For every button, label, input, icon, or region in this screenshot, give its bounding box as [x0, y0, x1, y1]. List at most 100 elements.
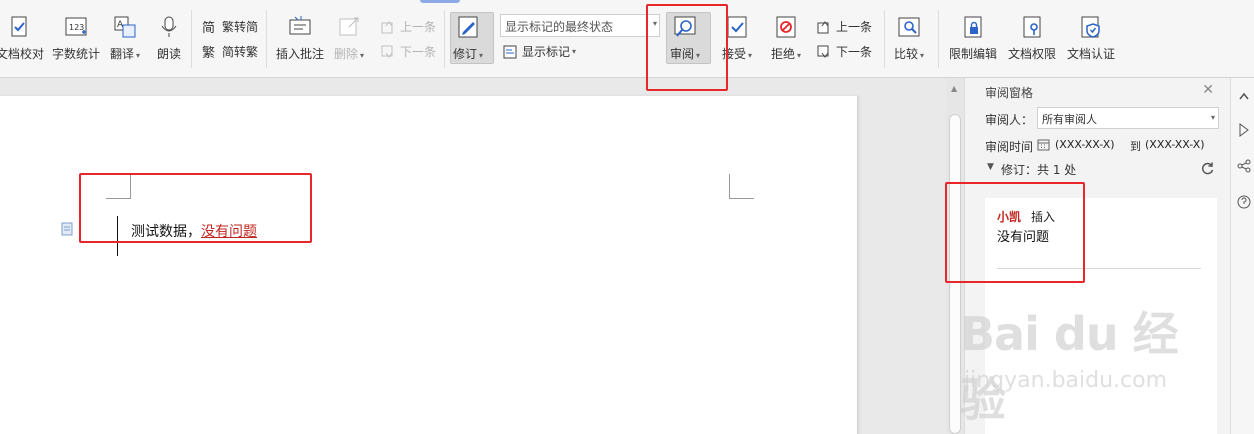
next-change-button[interactable]: 下一条: [816, 43, 872, 60]
track-changes-button[interactable]: 修订 ▾: [453, 14, 483, 62]
delete-dropdown-icon: ▾: [360, 51, 365, 60]
original-text: 测试数据，: [131, 224, 201, 240]
revision-content: 没有问题: [997, 230, 1050, 245]
review-time-label: 审阅时间: [985, 140, 1034, 154]
track-changes-icon: [458, 16, 478, 38]
next-comment-icon: [381, 45, 393, 58]
word-count-button[interactable]: 123 字数统计: [52, 14, 100, 62]
review-pane-button[interactable]: 审阅 ▾: [670, 14, 700, 62]
doc-permission-button[interactable]: 文档权限: [1008, 14, 1056, 62]
track-changes-label: 修订: [453, 47, 478, 61]
margin-corner-mark: [729, 174, 754, 199]
chevron-down-icon: ▾: [1210, 113, 1215, 122]
review-label: 审阅: [670, 47, 695, 61]
translate-dropdown-icon: ▾: [136, 51, 141, 60]
proofread-icon: [11, 16, 27, 37]
revision-author: 小凯: [997, 210, 1022, 224]
translate-label: 翻译: [110, 47, 135, 61]
doc-certify-button[interactable]: 文档认证: [1067, 14, 1115, 62]
ribbon-separator: [444, 10, 445, 68]
collapse-icon[interactable]: [1236, 88, 1252, 104]
prev-comment-button[interactable]: 上一条: [380, 18, 436, 35]
compare-dropdown-icon: ▾: [920, 51, 925, 60]
delete-label: 删除: [334, 47, 359, 61]
next-change-icon: [817, 45, 829, 58]
insert-comment-icon: [289, 16, 311, 35]
restrict-edit-button[interactable]: 限制编辑: [949, 14, 997, 62]
trad-to-simp-button[interactable]: 简 繁转简: [202, 18, 258, 35]
accept-label: 接受: [722, 47, 747, 61]
permission-icon: [1023, 16, 1041, 38]
chevron-down-icon[interactable]: ▼: [987, 162, 994, 172]
scrollbar-thumb[interactable]: [949, 114, 961, 434]
calendar-icon[interactable]: [1037, 138, 1050, 151]
review-pane-icon: [674, 16, 696, 37]
review-dropdown-icon: ▾: [696, 51, 701, 60]
reject-label: 拒绝: [771, 47, 796, 61]
svg-text:繁: 繁: [202, 45, 215, 60]
svg-text:123: 123: [69, 23, 84, 32]
shield-icon: [1081, 16, 1100, 38]
refresh-icon[interactable]: [1201, 161, 1215, 175]
simp-to-trad-button[interactable]: 繁 简转繁: [202, 43, 258, 60]
document-area: 测试数据，没有问题: [0, 78, 946, 434]
lock-document-icon: [964, 16, 982, 38]
accept-icon: [727, 16, 747, 38]
delete-comment-icon: [339, 17, 359, 36]
revision-bar: [117, 216, 118, 256]
show-markup-button[interactable]: 显示标记 ▾: [502, 43, 576, 60]
show-markup-dropdown-icon: ▾: [572, 47, 577, 56]
prev-comment-icon: [381, 20, 393, 33]
select-tool-icon[interactable]: [1236, 122, 1252, 138]
translate-button[interactable]: A 翻译 ▾: [110, 14, 140, 62]
prev-change-icon: [817, 20, 829, 33]
accept-dropdown-icon: ▾: [748, 51, 753, 60]
document-page[interactable]: 测试数据，没有问题: [0, 96, 858, 434]
microphone-icon: [161, 16, 177, 37]
prev-change-button[interactable]: 上一条: [816, 18, 872, 35]
trad-to-simp-icon: 简: [202, 20, 215, 35]
track-changes-dropdown-icon: ▾: [479, 51, 484, 60]
ribbon-separator: [191, 10, 192, 68]
reviewer-value: 所有审阅人: [1042, 113, 1097, 126]
reject-icon: [776, 16, 796, 38]
accept-button[interactable]: 接受 ▾: [722, 14, 752, 62]
next-comment-button[interactable]: 下一条: [380, 43, 436, 60]
read-aloud-button[interactable]: 朗读: [156, 14, 182, 62]
ribbon-separator: [938, 10, 939, 68]
date-to-field[interactable]: (XXX-XX-X): [1145, 138, 1217, 151]
display-mode-select[interactable]: 显示标记的最终状态 ▾: [500, 14, 660, 37]
simp-to-trad-icon: 繁: [202, 45, 215, 60]
insert-comment-button[interactable]: 插入批注: [276, 14, 324, 62]
active-tab-indicator: [420, 0, 460, 3]
help-icon[interactable]: [1236, 194, 1252, 210]
proofread-button[interactable]: 文档校对: [0, 14, 44, 62]
ribbon-toolbar: 文档校对 123 字数统计 A 翻译 ▾ 朗读 简 繁转简 繁 简转繁 插入批注 …: [0, 0, 1254, 78]
to-label: 到: [1130, 140, 1141, 153]
revision-summary: 修订：共 1 处: [1001, 163, 1077, 177]
share-icon[interactable]: [1236, 158, 1252, 174]
scroll-up-icon[interactable]: ▲: [951, 84, 957, 93]
compare-icon: [898, 17, 920, 37]
vertical-scrollbar[interactable]: ▲: [946, 78, 964, 434]
date-from-field[interactable]: (XXX-XX-X): [1055, 138, 1115, 151]
delete-comment-button[interactable]: 删除 ▾: [334, 14, 364, 62]
revision-card[interactable]: 小凯 插入 没有问题: [985, 198, 1217, 434]
paragraph-icon[interactable]: [60, 222, 74, 236]
reject-button[interactable]: 拒绝 ▾: [771, 14, 801, 62]
chevron-down-icon: ▾: [652, 19, 657, 28]
show-markup-icon: [503, 45, 517, 58]
review-pane: 审阅窗格 ✕ 审阅人： 所有审阅人 ▾ 审阅时间 (XXX-XX-X) 到 (X…: [964, 78, 1230, 434]
card-divider: [997, 268, 1201, 269]
compare-button[interactable]: 比较 ▾: [894, 14, 924, 62]
display-mode-value: 显示标记的最终状态: [505, 20, 614, 34]
inserted-text: 没有问题: [201, 224, 257, 240]
close-icon[interactable]: ✕: [1202, 82, 1214, 98]
side-tool-strip: [1230, 78, 1254, 434]
compare-label: 比较: [894, 47, 919, 61]
ribbon-separator: [884, 10, 885, 68]
reviewer-select[interactable]: 所有审阅人 ▾: [1037, 107, 1219, 129]
word-count-icon: 123: [65, 17, 87, 36]
svg-text:简: 简: [202, 20, 215, 35]
document-text[interactable]: 测试数据，没有问题: [131, 221, 257, 241]
